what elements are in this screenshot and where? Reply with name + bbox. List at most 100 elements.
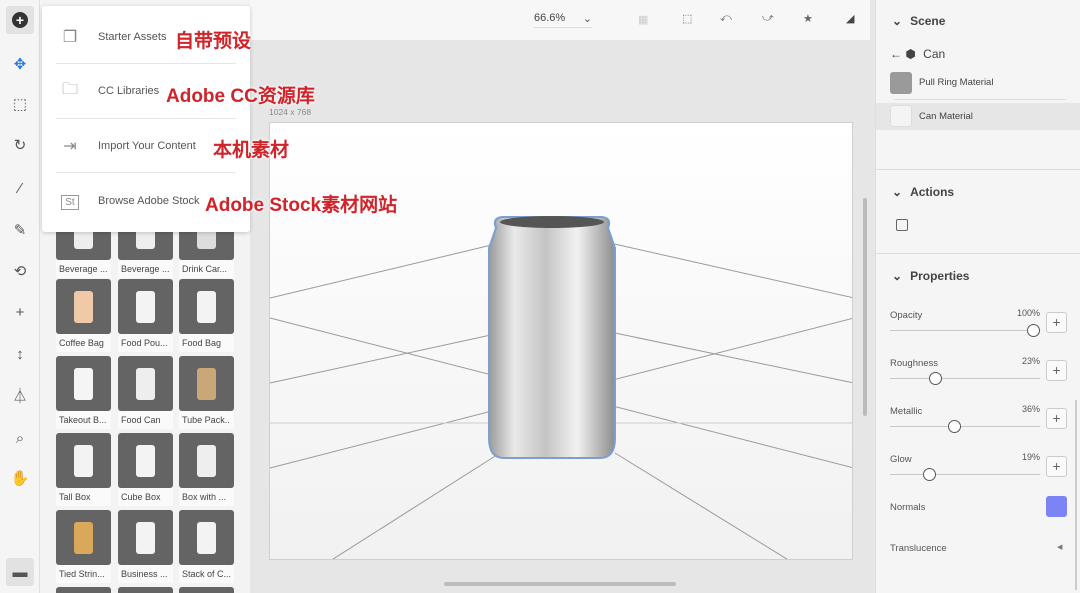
- actions-title: Actions: [910, 185, 955, 199]
- slider-track[interactable]: [890, 420, 1040, 433]
- eyedropper-icon[interactable]: ✎: [6, 216, 34, 244]
- actions-section-header[interactable]: ⌄ Actions: [876, 185, 1080, 199]
- rotate-icon[interactable]: ↻: [6, 131, 34, 159]
- scene-title: Scene: [910, 14, 946, 28]
- asset-thumbnail: [56, 356, 111, 411]
- asset-tile[interactable]: Stack of C...: [179, 510, 234, 583]
- chevron-down-icon: ⌄: [892, 269, 903, 283]
- annotation-label: 自带预设: [175, 31, 252, 52]
- slider-knob[interactable]: [928, 372, 942, 385]
- properties-section-header[interactable]: ⌄ Properties: [876, 269, 1080, 283]
- normals-color-swatch[interactable]: [1046, 496, 1067, 517]
- asset-tile[interactable]: Food Can: [118, 356, 173, 429]
- action-icon[interactable]: [896, 219, 908, 231]
- asset-label: Takeout B...: [56, 411, 111, 429]
- back-arrow-icon[interactable]: ←: [890, 47, 902, 61]
- asset-tile[interactable]: [56, 587, 111, 593]
- viewport-canvas[interactable]: [269, 122, 853, 560]
- asset-label: Food Can: [118, 411, 173, 429]
- menu-item-label: Import Your Content: [98, 139, 196, 152]
- material-item-selected[interactable]: Can Material: [876, 103, 1080, 130]
- select-move-icon[interactable]: ✥: [6, 50, 34, 78]
- asset-label: Cube Box: [118, 488, 173, 506]
- add-keyframe-button[interactable]: +: [1046, 312, 1067, 333]
- asset-label: Tall Box: [56, 488, 111, 506]
- asset-tile[interactable]: Takeout B...: [56, 356, 111, 429]
- canvas-horizontal-scrollbar[interactable]: [444, 582, 676, 586]
- canvas-vertical-scrollbar[interactable]: [863, 198, 867, 416]
- camera-redo-icon[interactable]: ⤻: [762, 12, 774, 25]
- asset-thumbnail: [56, 279, 111, 334]
- asset-tile[interactable]: Tube Pack..: [179, 356, 234, 429]
- slider-track[interactable]: [890, 372, 1040, 385]
- pan-icon[interactable]: +: [6, 298, 34, 326]
- camera-undo-icon[interactable]: ⤺: [720, 12, 732, 25]
- annotation-label: Adobe Stock素材网站: [205, 194, 398, 216]
- asset-label: Beverage ...: [118, 260, 173, 278]
- asset-thumbnail: [179, 279, 234, 334]
- libraries-icon: 🗀: [61, 80, 78, 98]
- asset-tile[interactable]: [118, 587, 173, 593]
- slider-label: Glow: [890, 454, 912, 465]
- zoom-icon[interactable]: ⌕: [6, 424, 34, 452]
- orbit-icon[interactable]: ⟲: [6, 257, 34, 285]
- asset-label: Stack of C...: [179, 565, 234, 583]
- slider-value: 23%: [1021, 356, 1040, 366]
- perspective-icon[interactable]: ⏃: [6, 381, 34, 409]
- asset-tile[interactable]: Tall Box: [56, 433, 111, 506]
- add-keyframe-button[interactable]: +: [1046, 408, 1067, 429]
- asset-tile[interactable]: [179, 587, 234, 593]
- asset-tile[interactable]: Box with ...: [179, 433, 234, 506]
- chevron-down-icon: ⌄: [892, 185, 903, 199]
- asset-label: Tied Strin...: [56, 565, 111, 583]
- asset-tile[interactable]: Coffee Bag: [56, 279, 111, 352]
- slider-knob[interactable]: [922, 468, 936, 481]
- slider-track[interactable]: [890, 468, 1040, 481]
- top-bar: 66.6% ⌄ ▦ ⬚ ⤺ ⤻ ★ ◢: [250, 0, 870, 40]
- menu-item[interactable]: ⇥ Import Your Content: [56, 119, 236, 173]
- add-keyframe-button[interactable]: +: [1046, 360, 1067, 381]
- expand-arrow-icon[interactable]: ◀: [1057, 543, 1062, 551]
- asset-thumbnail: [179, 356, 234, 411]
- hand-icon[interactable]: ✋: [6, 464, 34, 492]
- normals-label: Normals: [890, 502, 926, 513]
- add-keyframe-button[interactable]: +: [1046, 456, 1067, 477]
- zoom-select[interactable]: 66.6% ⌄: [534, 12, 592, 28]
- asset-thumbnail: [118, 356, 173, 411]
- asset-label: Tube Pack..: [179, 411, 234, 429]
- asset-tile[interactable]: Cube Box: [118, 433, 173, 506]
- scene-object-row[interactable]: ← ⬢ Can: [890, 47, 945, 61]
- object-name: Can: [923, 47, 946, 61]
- slider-value: 36%: [1021, 404, 1040, 414]
- asset-tile[interactable]: Business ...: [118, 510, 173, 583]
- slider-track[interactable]: [890, 324, 1040, 337]
- slider-knob[interactable]: [1027, 324, 1040, 337]
- magic-wand-icon[interactable]: ⁄: [6, 174, 34, 202]
- add-icon[interactable]: +: [6, 6, 34, 34]
- frame-icon[interactable]: ⬚: [6, 90, 34, 118]
- render-icon[interactable]: ◢: [846, 12, 854, 25]
- stock-icon: St: [56, 192, 84, 210]
- camera-frame-icon[interactable]: ⬚: [682, 12, 692, 25]
- dolly-icon[interactable]: ↕: [6, 340, 34, 368]
- archive-icon[interactable]: ▬: [6, 558, 34, 586]
- material-item[interactable]: Pull Ring Material: [876, 70, 1080, 100]
- annotation-label: 本机素材: [213, 140, 290, 161]
- panel-scrollbar[interactable]: [1075, 400, 1077, 590]
- slider-knob[interactable]: [948, 420, 961, 433]
- zoom-value: 66.6%: [534, 12, 566, 24]
- asset-label: Box with ...: [179, 488, 234, 506]
- camera-bookmark-icon[interactable]: ★: [803, 12, 813, 25]
- asset-tile[interactable]: Food Bag: [179, 279, 234, 352]
- can-model[interactable]: [488, 216, 616, 459]
- scene-section-header[interactable]: ⌄ Scene: [876, 14, 1080, 28]
- material-name: Can Material: [919, 111, 973, 122]
- grid-icon[interactable]: ▦: [638, 13, 648, 26]
- asset-tile[interactable]: Food Pou...: [118, 279, 173, 352]
- slider-value: 100%: [1016, 308, 1040, 318]
- properties-panel: ⌄ Scene ← ⬢ Can Pull Ring Material Can Ma…: [875, 0, 1080, 593]
- properties-title: Properties: [910, 269, 970, 283]
- asset-thumbnail: [56, 510, 111, 565]
- asset-tile[interactable]: Tied Strin...: [56, 510, 111, 583]
- menu-item-label: Browse Adobe Stock: [98, 194, 200, 207]
